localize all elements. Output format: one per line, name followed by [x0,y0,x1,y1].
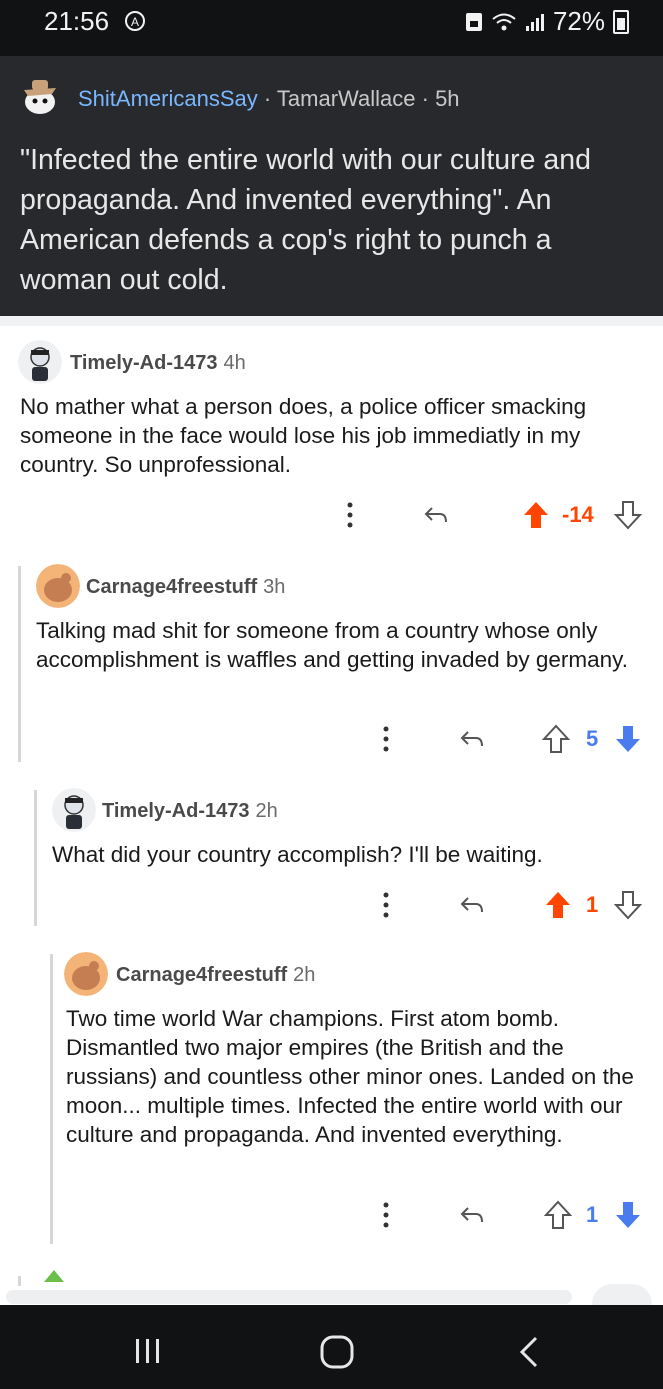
post-title[interactable]: "Infected the entire world with our cult… [20,140,650,300]
status-icons: 72% [465,6,629,37]
meta-separator: · [263,86,272,111]
comment: Carnage4freestuff 2h Two time world War c… [54,944,663,1244]
comment-body: Talking mad shit for someone from a coun… [36,618,628,672]
upvote-icon[interactable] [542,724,570,754]
upvote-icon[interactable] [522,500,550,530]
downvote-icon[interactable] [614,890,642,920]
post-age: 5h [435,86,460,111]
comment-username[interactable]: Timely-Ad-1473 4h [70,352,246,375]
user-avatar [44,1270,64,1282]
user-avatar[interactable] [18,340,62,384]
reply-icon[interactable] [422,500,450,530]
thread-line[interactable] [18,566,21,762]
username-text[interactable]: Timely-Ad-1473 [70,352,217,374]
thread-line [18,1276,21,1286]
username-text[interactable]: Carnage4freestuff [116,964,287,986]
save-icon [465,12,482,31]
comment: Carnage4freestuff 3h Talking mad shit for… [22,556,663,756]
comment: Timely-Ad-1473 2h What did your country a… [38,780,663,930]
status-bar: 21:56 A 72% [0,0,663,56]
comment: Timely-Ad-1473 4h No mather what a person… [0,326,663,546]
comment-username[interactable]: Carnage4freestuff 3h [86,576,285,599]
comment-age: 4h [223,352,246,374]
battery-icon [613,9,629,34]
meta-separator: · [421,86,429,111]
reply-icon[interactable] [458,724,486,754]
post-meta: ShitAmericansSay · TamarWallace · 5h [78,86,460,112]
reply-icon[interactable] [458,890,486,920]
thread-line[interactable] [50,954,53,1244]
reply-icon[interactable] [458,1200,486,1230]
user-avatar[interactable] [52,788,96,832]
vote-score: 1 [586,1202,599,1227]
subreddit-link[interactable]: ShitAmericansSay [78,86,258,111]
comment-username[interactable]: Timely-Ad-1473 2h [102,800,278,823]
post-header[interactable]: ShitAmericansSay · TamarWallace · 5h "In… [0,56,663,316]
thread-line[interactable] [34,790,37,926]
more-options-icon[interactable] [382,1200,390,1230]
comment-age: 3h [263,576,286,598]
section-divider [0,316,663,326]
downvote-icon[interactable] [614,724,642,754]
upvote-icon[interactable] [544,1200,572,1230]
recent-apps-icon[interactable] [132,1335,164,1367]
vote-score: -14 [562,502,594,527]
username-text[interactable]: Timely-Ad-1473 [102,800,249,822]
battery-percent: 72% [552,6,605,36]
signal-icon [525,13,544,31]
status-time: 21:56 [44,6,110,36]
comment-body: No mather what a person does, a police o… [20,394,587,477]
comment-actions: 1 [380,1200,650,1230]
comment-age: 2h [293,964,316,986]
home-icon[interactable] [318,1335,358,1369]
more-options-icon[interactable] [346,500,354,530]
downvote-icon[interactable] [614,500,642,530]
comment-actions: 5 [380,724,650,754]
comment-actions: -14 [340,500,650,530]
user-avatar[interactable] [36,564,80,608]
reply-input-bar[interactable] [6,1290,572,1304]
next-comment-peek [0,1270,663,1324]
downvote-icon[interactable] [614,1200,642,1230]
more-options-icon[interactable] [382,890,390,920]
comment-body: What did your country accomplish? I'll b… [52,842,543,867]
username-text[interactable]: Carnage4freestuff [86,576,257,598]
comment-username[interactable]: Carnage4freestuff 2h [116,964,315,987]
more-options-icon[interactable] [382,724,390,754]
wifi-icon [492,13,516,30]
vote-score: 1 [586,892,599,917]
comment-actions: 1 [380,890,650,920]
comment-body: Two time world War champions. First atom… [66,1006,634,1147]
upvote-icon[interactable] [544,890,572,920]
cast-icon: A [125,11,145,31]
user-avatar[interactable] [64,952,108,996]
system-navigation-bar [0,1305,663,1389]
vote-score: 5 [586,726,599,751]
svg-text:A: A [131,15,139,29]
back-icon[interactable] [514,1335,544,1369]
comment-age: 2h [255,800,278,822]
subreddit-icon [24,80,56,114]
post-author[interactable]: TamarWallace [277,86,416,111]
